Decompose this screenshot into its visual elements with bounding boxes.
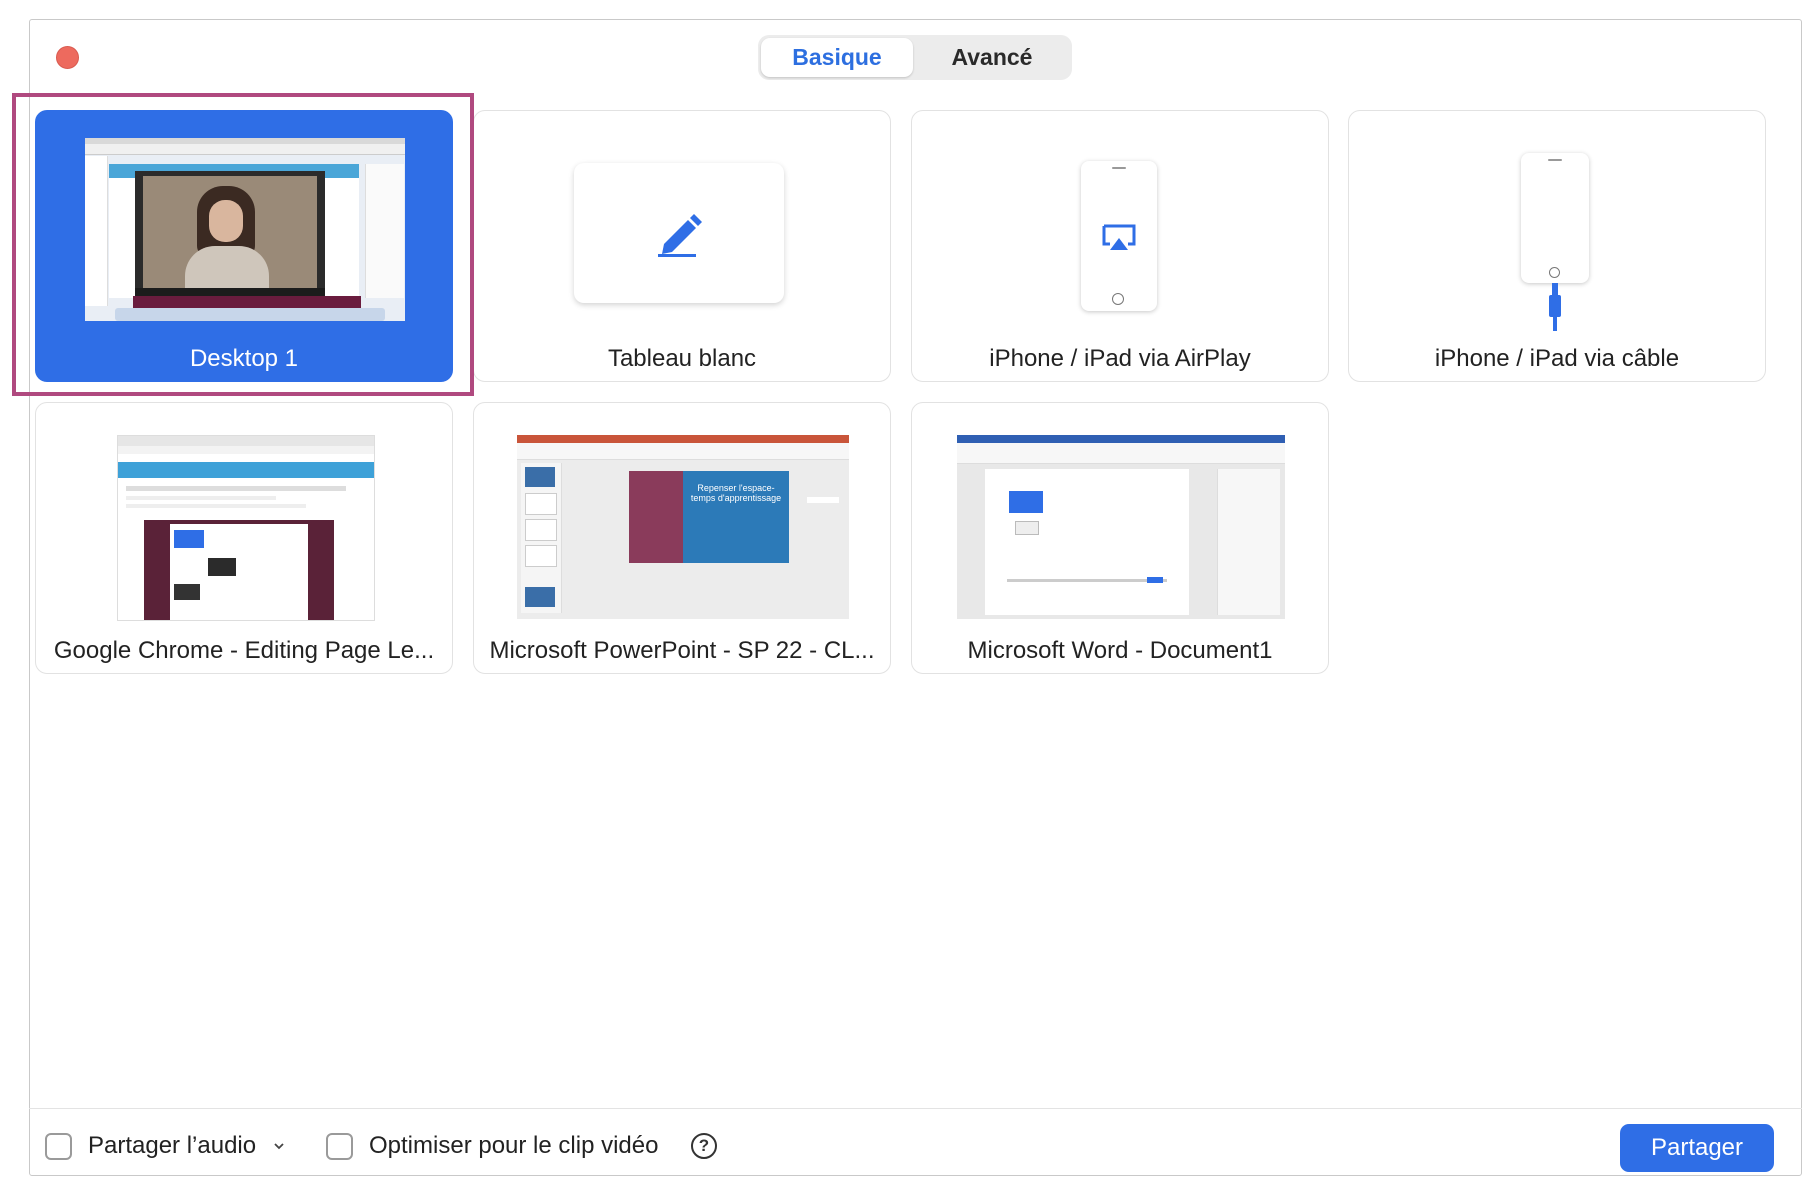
chrome-thumbnail bbox=[117, 435, 375, 621]
tile-label: Desktop 1 bbox=[189, 345, 299, 372]
share-audio-checkbox[interactable] bbox=[45, 1133, 72, 1160]
share-tile-word[interactable]: Microsoft Word - Document1 bbox=[911, 402, 1329, 674]
tile-label: iPhone / iPad via câble bbox=[1434, 345, 1680, 372]
tile-label: iPhone / iPad via AirPlay bbox=[989, 345, 1251, 372]
desktop-thumbnail bbox=[85, 138, 405, 321]
slide-title: Repenser l'espace-temps d'apprentissage bbox=[690, 483, 782, 503]
optimize-video-label: Optimiser pour le clip vidéo bbox=[369, 1132, 659, 1159]
help-icon[interactable]: ? bbox=[691, 1133, 717, 1159]
share-tile-whiteboard[interactable]: Tableau blanc bbox=[473, 110, 891, 382]
powerpoint-thumbnail: Repenser l'espace-temps d'apprentissage bbox=[517, 435, 849, 619]
share-audio-label: Partager l’audio bbox=[88, 1132, 257, 1159]
tile-label: Microsoft PowerPoint - SP 22 - CL... bbox=[489, 637, 875, 664]
close-window-button[interactable] bbox=[56, 46, 79, 69]
share-tile-airplay[interactable]: iPhone / iPad via AirPlay bbox=[911, 110, 1329, 382]
footer-divider bbox=[29, 1108, 1802, 1109]
share-tile-powerpoint[interactable]: Repenser l'espace-temps d'apprentissage … bbox=[473, 402, 891, 674]
tab-basique[interactable]: Basique bbox=[761, 38, 913, 77]
tile-label: Tableau blanc bbox=[607, 345, 757, 372]
word-thumbnail bbox=[957, 435, 1285, 619]
tile-label: Google Chrome - Editing Page Le... bbox=[53, 637, 435, 664]
pencil-icon bbox=[658, 214, 702, 257]
iphone-cable-graphic bbox=[1521, 153, 1589, 283]
chevron-down-icon[interactable] bbox=[273, 1141, 285, 1151]
optimize-video-checkbox[interactable] bbox=[326, 1133, 353, 1160]
share-tile-desktop[interactable]: Desktop 1 bbox=[35, 110, 453, 382]
share-tile-chrome[interactable]: Google Chrome - Editing Page Le... bbox=[35, 402, 453, 674]
share-tile-cable[interactable]: iPhone / iPad via câble bbox=[1348, 110, 1766, 382]
tile-label: Microsoft Word - Document1 bbox=[967, 637, 1273, 664]
cable-icon bbox=[1549, 283, 1561, 331]
airplay-icon bbox=[1102, 224, 1136, 250]
iphone-airplay-graphic bbox=[1081, 161, 1157, 311]
mode-segmented-control: Basique Avancé bbox=[758, 35, 1072, 80]
share-button[interactable]: Partager bbox=[1620, 1124, 1774, 1172]
whiteboard-card bbox=[574, 163, 784, 303]
tab-avance[interactable]: Avancé bbox=[915, 38, 1069, 77]
